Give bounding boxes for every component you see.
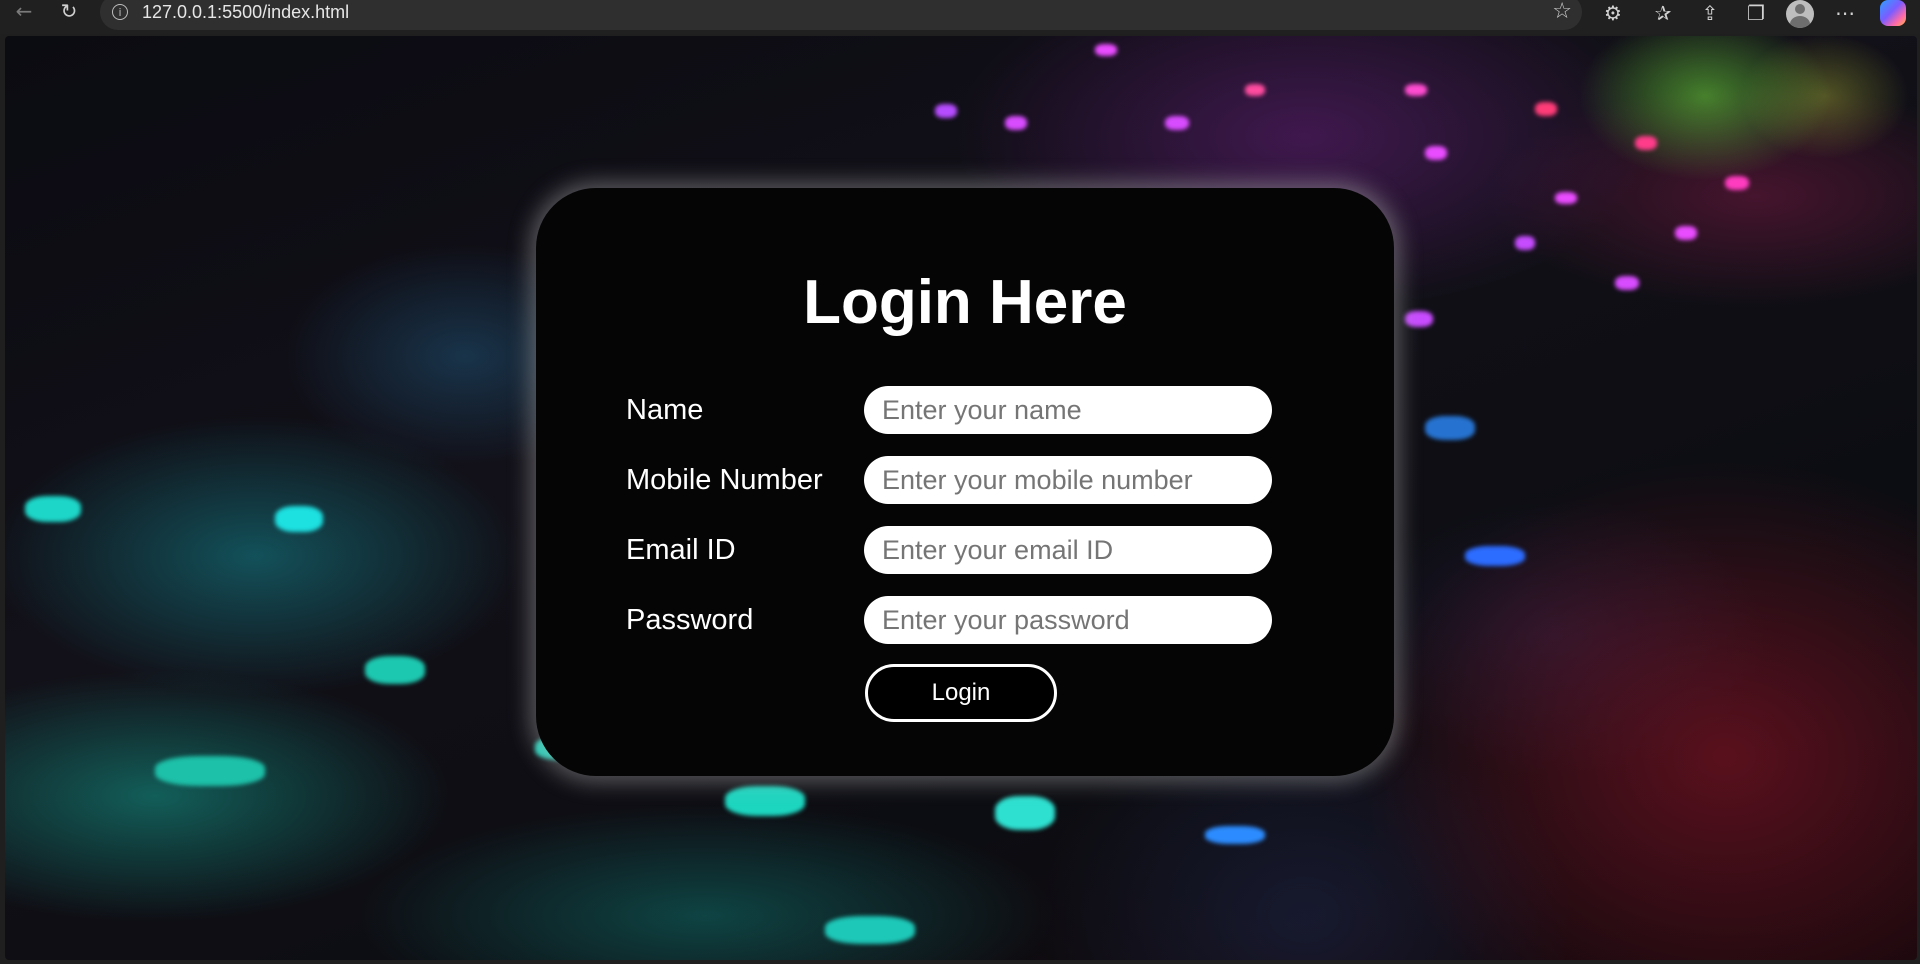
profile-avatar-icon[interactable] [1786, 0, 1814, 28]
mobile-number-input[interactable] [864, 456, 1272, 504]
key-glow-decoration [1425, 146, 1447, 160]
password-input[interactable] [864, 596, 1272, 644]
key-glow-decoration [1535, 102, 1557, 116]
page-viewport: Login Here Name Mobile Number Email ID P… [5, 36, 1917, 960]
key-glow-decoration [1165, 116, 1189, 130]
key-glow-decoration [275, 506, 323, 532]
key-glow-decoration [1725, 176, 1749, 190]
key-glow-decoration [1245, 84, 1265, 96]
share-icon[interactable]: ⇪ [1695, 0, 1725, 28]
key-glow-decoration [725, 786, 805, 816]
mobile-number-row: Mobile Number [626, 456, 1276, 506]
name-label: Name [626, 394, 704, 426]
key-glow-decoration [825, 916, 915, 944]
copilot-icon[interactable] [1880, 0, 1906, 26]
email-label: Email ID [626, 534, 736, 566]
star-icon[interactable]: ☆ [1552, 0, 1572, 24]
reload-icon[interactable]: ↻ [55, 0, 83, 25]
key-glow-decoration [1205, 826, 1265, 844]
collections-icon[interactable]: ❐ [1741, 0, 1771, 28]
puzzle-icon[interactable]: ⚙ [1598, 0, 1628, 28]
password-label: Password [626, 604, 754, 636]
login-card: Login Here Name Mobile Number Email ID P… [536, 188, 1394, 776]
browser-toolbar: ← ↻ i 127.0.0.1:5500/index.html ☆ ⚙ ✰ ⇪ … [0, 0, 1920, 34]
email-row: Email ID [626, 526, 1276, 576]
key-glow-decoration [995, 796, 1055, 830]
back-arrow-icon[interactable]: ← [10, 0, 38, 25]
login-button[interactable]: Login [865, 664, 1057, 722]
key-glow-decoration [1405, 84, 1427, 96]
name-input[interactable] [864, 386, 1272, 434]
key-glow-decoration [1465, 546, 1525, 566]
key-glow-decoration [935, 104, 957, 118]
more-icon[interactable]: ⋯ [1830, 0, 1860, 28]
key-glow-decoration [1675, 226, 1697, 240]
key-glow-decoration [25, 496, 81, 522]
key-glow-decoration [1425, 416, 1475, 440]
address-url[interactable]: 127.0.0.1:5500/index.html [142, 2, 349, 23]
key-glow-decoration [1405, 311, 1433, 327]
mobile-number-label: Mobile Number [626, 464, 823, 496]
key-glow-decoration [1615, 276, 1639, 290]
login-title: Login Here [803, 268, 1127, 337]
address-bar[interactable]: i 127.0.0.1:5500/index.html ☆ [100, 0, 1582, 30]
favorites-list-icon[interactable]: ✰ [1648, 0, 1678, 28]
key-glow-decoration [1095, 44, 1117, 56]
password-row: Password [626, 596, 1276, 646]
info-icon[interactable]: i [112, 4, 128, 20]
name-row: Name [626, 386, 1276, 436]
email-input[interactable] [864, 526, 1272, 574]
key-glow-decoration [1635, 136, 1657, 150]
key-glow-decoration [1005, 116, 1027, 130]
key-glow-decoration [1555, 192, 1577, 204]
key-glow-decoration [155, 756, 265, 786]
key-glow-decoration [365, 656, 425, 684]
key-glow-decoration [1515, 236, 1535, 250]
